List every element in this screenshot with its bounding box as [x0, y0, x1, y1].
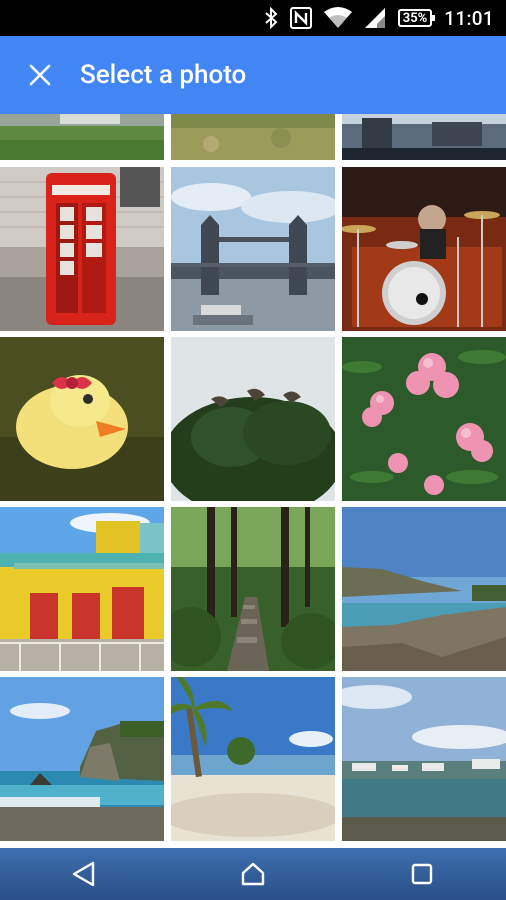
coastal-cliffs-photo[interactable] [342, 507, 506, 671]
harbor-boats-photo[interactable] [342, 677, 506, 841]
tree-with-birds-photo[interactable] [171, 337, 335, 501]
tower-bridge-photo[interactable] [171, 167, 335, 331]
bluetooth-icon [264, 7, 278, 29]
status-clock: 11:01 [444, 6, 494, 30]
back-icon [73, 861, 95, 887]
app-bar: Select a photo [0, 36, 506, 114]
red-phone-booth-photo[interactable] [0, 167, 164, 331]
cell-signal-icon [364, 7, 386, 29]
nav-bar [0, 848, 506, 900]
nfc-icon [289, 7, 312, 29]
grass-field-photo[interactable] [171, 114, 335, 160]
close-button[interactable] [0, 36, 80, 114]
yellow-house-photo[interactable] [0, 507, 164, 671]
photo-grid [0, 114, 506, 848]
home-button[interactable] [203, 848, 303, 900]
city-lake-photo[interactable] [342, 114, 506, 160]
status-bar: 35% 11:01 [0, 0, 506, 36]
forest-path-photo[interactable] [171, 507, 335, 671]
wifi-icon [323, 7, 352, 29]
home-icon [241, 862, 265, 886]
battery-level: 35% [402, 10, 428, 26]
pink-flowers-photo[interactable] [342, 337, 506, 501]
back-button[interactable] [34, 848, 134, 900]
recents-icon [411, 863, 432, 885]
page-title: Select a photo [80, 60, 247, 90]
drummer-concert-photo[interactable] [342, 167, 506, 331]
recents-button[interactable] [372, 848, 472, 900]
rubber-duck-photo[interactable] [0, 337, 164, 501]
rocky-sea-coast-photo[interactable] [0, 677, 164, 841]
palm-beach-photo[interactable] [171, 677, 335, 841]
battery-icon: 35% [397, 9, 435, 27]
close-icon [29, 64, 51, 86]
grass-lawn-photo[interactable] [0, 114, 164, 160]
